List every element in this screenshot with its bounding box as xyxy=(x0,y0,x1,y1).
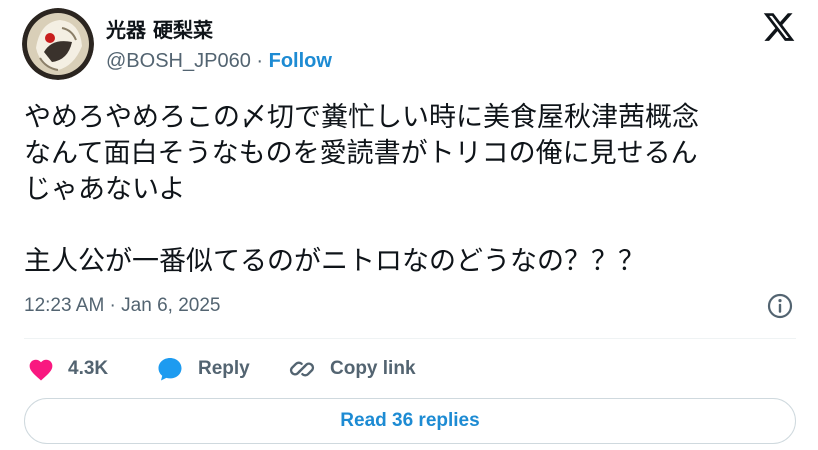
copy-link-label: Copy link xyxy=(330,358,416,379)
link-icon xyxy=(289,361,315,377)
reply-bubble-icon xyxy=(158,358,182,381)
like-count: 4.3K xyxy=(68,358,109,379)
tweet-timestamp[interactable]: 12:23 AM · Jan 6, 2025 xyxy=(24,295,220,317)
reply-button[interactable]: Reply xyxy=(156,352,250,386)
divider xyxy=(24,338,796,339)
avatar[interactable] xyxy=(22,8,94,80)
reply-label: Reply xyxy=(198,358,250,379)
info-icon[interactable] xyxy=(766,292,794,320)
tweet-text: やめろやめろこの〆切で糞忙しい時に美食屋秋津茜概念 なんて面白そうなものを愛読書… xyxy=(24,102,699,277)
display-name[interactable]: 光器 硬梨菜 xyxy=(106,14,213,43)
follow-button[interactable]: Follow xyxy=(269,50,332,72)
heart-icon xyxy=(29,359,53,381)
x-logo-icon[interactable] xyxy=(762,10,796,44)
like-button[interactable]: 4.3K xyxy=(28,352,108,386)
copy-link-button[interactable]: Copy link xyxy=(288,352,416,386)
user-handle[interactable]: @BOSH_JP060 xyxy=(106,50,251,72)
handle-row: @BOSH_JP060 · Follow xyxy=(106,50,332,73)
read-replies-button[interactable]: Read 36 replies xyxy=(24,398,796,444)
tweet-card: 光器 硬梨菜 @BOSH_JP060 · Follow やめろやめろこの〆切で糞… xyxy=(0,0,818,450)
handle-separator: · xyxy=(250,50,269,72)
